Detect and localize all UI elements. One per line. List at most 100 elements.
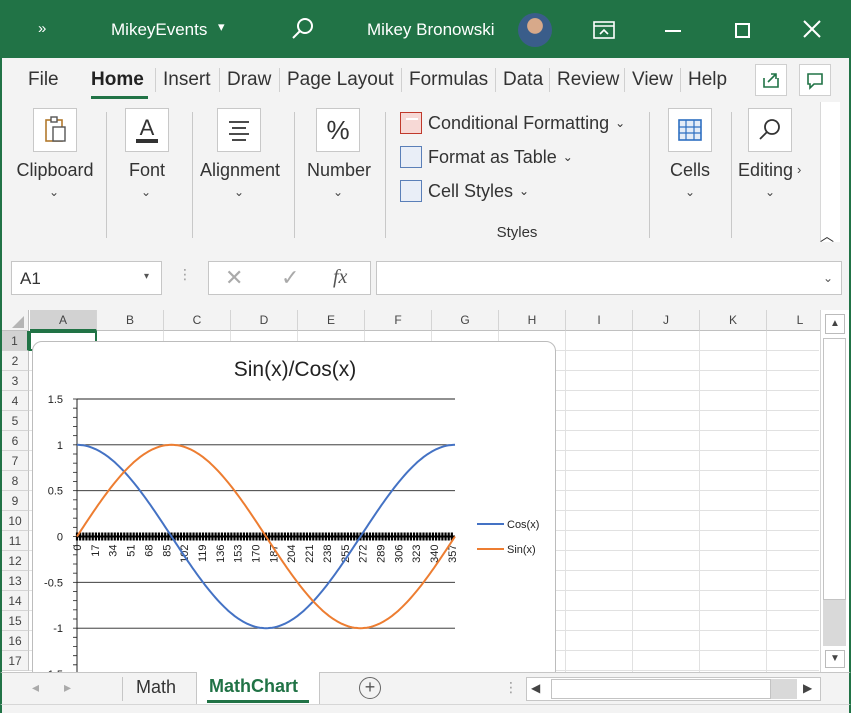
tab-file[interactable]: File: [28, 69, 59, 91]
tab-data[interactable]: Data: [503, 69, 543, 91]
tab-review[interactable]: Review: [557, 69, 619, 91]
scrollbar-thumb[interactable]: [823, 338, 846, 600]
sheet-tab-bar: ◂ ▸ Math MathChart + ⋮ ◀ ▶: [0, 672, 851, 704]
column-header[interactable]: J: [633, 310, 700, 331]
scroll-up-icon[interactable]: ▲: [825, 314, 845, 334]
tab-view[interactable]: View: [632, 69, 673, 91]
collapse-ribbon-icon[interactable]: ︿: [820, 226, 834, 246]
row-header[interactable]: 5: [2, 411, 29, 431]
chevron-down-icon[interactable]: ⌄: [333, 185, 343, 199]
row-header[interactable]: 9: [2, 491, 29, 511]
tab-insert[interactable]: Insert: [163, 69, 211, 91]
column-header[interactable]: F: [365, 310, 432, 331]
share-icon[interactable]: [755, 64, 787, 96]
cancel-icon[interactable]: ✕: [225, 265, 243, 291]
sheet-tab-mathchart[interactable]: MathChart: [196, 672, 320, 704]
enter-check-icon[interactable]: ✓: [281, 265, 299, 291]
column-header[interactable]: I: [566, 310, 633, 331]
row-header[interactable]: 14: [2, 591, 29, 611]
select-all-corner[interactable]: [2, 310, 29, 331]
horizontal-scrollbar[interactable]: ◀ ▶: [526, 677, 821, 701]
tab-page-layout[interactable]: Page Layout: [287, 69, 394, 91]
user-name[interactable]: Mikey Bronowski: [367, 20, 495, 40]
scroll-down-icon[interactable]: ▼: [825, 650, 845, 668]
column-header[interactable]: E: [298, 310, 365, 331]
chevron-down-icon[interactable]: ⌄: [765, 185, 775, 199]
sheet-tab-math[interactable]: Math: [136, 677, 176, 698]
search-icon[interactable]: [290, 16, 316, 47]
percent-icon[interactable]: %: [316, 108, 360, 152]
quick-access-more-icon[interactable]: »: [38, 20, 46, 37]
tab-draw[interactable]: Draw: [227, 69, 271, 91]
tab-formulas[interactable]: Formulas: [409, 69, 488, 91]
avatar[interactable]: [518, 13, 552, 47]
column-header[interactable]: A: [30, 310, 97, 331]
insert-function-icon[interactable]: fx: [333, 266, 347, 289]
editing-search-icon[interactable]: [748, 108, 792, 152]
row-header[interactable]: 17: [2, 651, 29, 671]
x-tick-label: 306: [393, 545, 405, 563]
font-label[interactable]: Font: [110, 160, 184, 181]
tab-home[interactable]: Home: [91, 69, 144, 91]
row-header[interactable]: 11: [2, 531, 29, 551]
row-header[interactable]: 13: [2, 571, 29, 591]
row-header[interactable]: 15: [2, 611, 29, 631]
row-header[interactable]: 6: [2, 431, 29, 451]
row-header[interactable]: 4: [2, 391, 29, 411]
row-header[interactable]: 12: [2, 551, 29, 571]
row-header[interactable]: 16: [2, 631, 29, 651]
horizontal-scrollbar-thumb[interactable]: [551, 679, 771, 699]
title-bar: » MikeyEvents ▾ Mikey Bronowski: [0, 0, 851, 58]
minimize-icon[interactable]: [665, 30, 681, 32]
column-header[interactable]: H: [499, 310, 566, 331]
conditional-formatting-button[interactable]: Conditional Formatting ⌄: [400, 112, 625, 134]
font-icon[interactable]: A: [125, 108, 169, 152]
clipboard-icon[interactable]: [33, 108, 77, 152]
prev-sheet-icon[interactable]: ◂: [32, 679, 39, 696]
row-header[interactable]: 2: [2, 351, 29, 371]
editing-label[interactable]: Editing: [738, 160, 800, 181]
maximize-icon[interactable]: [735, 23, 750, 38]
alignment-label[interactable]: Alignment: [195, 160, 285, 181]
chevron-down-icon[interactable]: ▾: [144, 271, 149, 282]
vertical-scrollbar[interactable]: ▲ ▼: [820, 310, 849, 672]
close-icon[interactable]: [800, 17, 824, 46]
scroll-left-icon[interactable]: ◀: [531, 681, 540, 695]
column-header[interactable]: B: [97, 310, 164, 331]
column-header[interactable]: K: [700, 310, 767, 331]
row-header[interactable]: 10: [2, 511, 29, 531]
row-header[interactable]: 7: [2, 451, 29, 471]
comments-icon[interactable]: [799, 64, 831, 96]
scroll-right-icon[interactable]: ▶: [803, 681, 812, 695]
formula-input[interactable]: ⌄: [376, 261, 842, 295]
cells-label[interactable]: Cells: [654, 160, 726, 181]
add-sheet-icon[interactable]: +: [359, 677, 381, 699]
ribbon-display-options-icon[interactable]: [593, 20, 615, 45]
column-header[interactable]: C: [164, 310, 231, 331]
number-label[interactable]: Number: [300, 160, 378, 181]
chevron-down-icon[interactable]: ⌄: [234, 185, 244, 199]
row-header[interactable]: 3: [2, 371, 29, 391]
alignment-icon[interactable]: [217, 108, 261, 152]
tab-split-handle-icon[interactable]: ⋮: [504, 679, 518, 696]
chart-object[interactable]: Sin(x)/Cos(x) 1.510.50-0.5-1-1.501734516…: [32, 341, 556, 681]
tab-help[interactable]: Help: [688, 69, 727, 91]
next-sheet-icon[interactable]: ▸: [64, 679, 71, 696]
row-header[interactable]: 8: [2, 471, 29, 491]
ribbon-scroll-right-icon[interactable]: ›: [797, 162, 801, 177]
row-header[interactable]: 1: [2, 331, 29, 351]
column-header[interactable]: D: [231, 310, 298, 331]
document-menu-chevron-icon[interactable]: ▾: [218, 19, 225, 35]
name-box[interactable]: A1 ▾: [11, 261, 162, 295]
column-header[interactable]: G: [432, 310, 499, 331]
chevron-down-icon[interactable]: ⌄: [49, 185, 59, 199]
format-as-table-button[interactable]: Format as Table ⌄: [400, 146, 573, 168]
clipboard-label[interactable]: Clipboard: [14, 160, 96, 181]
chevron-down-icon[interactable]: ⌄: [685, 185, 695, 199]
document-name[interactable]: MikeyEvents: [111, 20, 207, 40]
cells-icon[interactable]: [668, 108, 712, 152]
drag-handle-icon[interactable]: ⋮: [178, 266, 192, 283]
chevron-down-icon[interactable]: ⌄: [141, 185, 151, 199]
cell-styles-button[interactable]: Cell Styles ⌄: [400, 180, 529, 202]
expand-formula-bar-icon[interactable]: ⌄: [823, 271, 833, 285]
